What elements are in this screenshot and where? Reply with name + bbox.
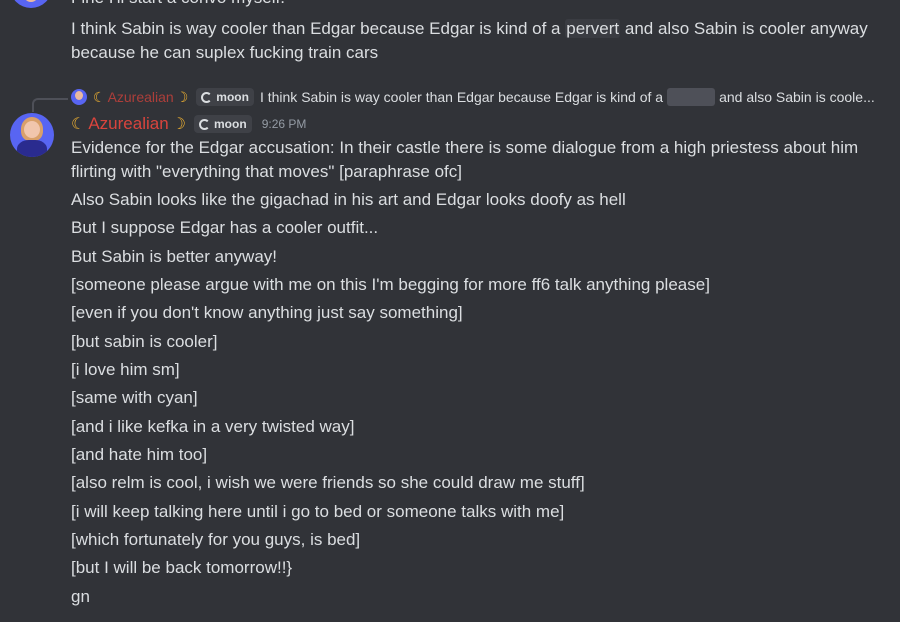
message-line: But Sabin is better anyway! [71,247,278,266]
reply-avatar[interactable] [71,89,87,105]
message-line: [and i like kefka in a very twisted way] [71,417,355,436]
message-text: and also Sabin is cooler anyway [620,19,868,38]
message-line: [same with cyan] [71,388,198,407]
spoiler-text[interactable]: pervert [565,19,621,38]
message-line: Evidence for the Edgar accusation: In th… [71,138,859,157]
message-line: flirting with "everything that moves" [p… [71,162,462,181]
avatar-body [17,140,47,157]
crescent-moon-icon: ☾ [93,88,106,105]
message-line: gn [71,587,90,606]
message-line: [i love him sm] [71,360,180,379]
reply-text: and also Sabin is coole... [719,89,875,105]
reply-spine [32,98,68,112]
spoiler-block[interactable] [667,88,716,106]
avatar[interactable] [10,113,54,157]
crescent-moon-icon: ☽ [171,116,187,133]
message-line: [someone please argue with me on this I'… [71,275,710,294]
message-line: [even if you don't know anything just sa… [71,303,463,322]
message-header: ☾ Azurealian ☽ moon 9:26 PM [71,112,306,136]
message-line: [also relm is cool, i wish we were frien… [71,473,585,492]
server-tag-label: moon [214,117,247,131]
crescent-moon-icon: ☾ [71,116,86,133]
message-line: [i will keep talking here until i go to … [71,502,565,521]
moon-icon [201,91,213,103]
message-text: I think Sabin is way cooler than Edgar b… [71,19,566,38]
server-tag-label: moon [216,90,249,104]
message-line: [but I will be back tomorrow!!} [71,558,293,577]
message-line: [which fortunately for you guys, is bed] [71,530,361,549]
username[interactable]: Azurealian [88,114,168,134]
message-line: Also Sabin looks like the gigachad in hi… [71,190,626,209]
message-line: But I suppose Edgar has a cooler outfit.… [71,218,379,237]
reply-text: I think Sabin is way cooler than Edgar b… [259,89,664,105]
timestamp[interactable]: 9:26 PM [262,117,307,131]
avatar-face [24,121,40,138]
message-line: because he can suplex fucking train cars [71,43,379,62]
server-tag[interactable]: moon [196,88,254,106]
reply-username[interactable]: Azurealian [108,89,174,105]
message-line: I think Sabin is way cooler than Edgar b… [71,17,868,41]
message-line: [but sabin is cooler] [71,332,218,351]
chat-messages: Fine I'll start a convo myself. I think … [0,0,900,622]
message-line: [and hate him too] [71,445,208,464]
avatar[interactable] [10,0,52,8]
crescent-moon-icon: ☽ [175,88,189,105]
moon-icon [199,118,211,130]
reply-preview[interactable]: ☾ Azurealian ☽ moon I think Sabin is way… [71,86,875,108]
message-line: Fine I'll start a convo myself. [71,0,285,10]
server-tag[interactable]: moon [194,115,252,133]
